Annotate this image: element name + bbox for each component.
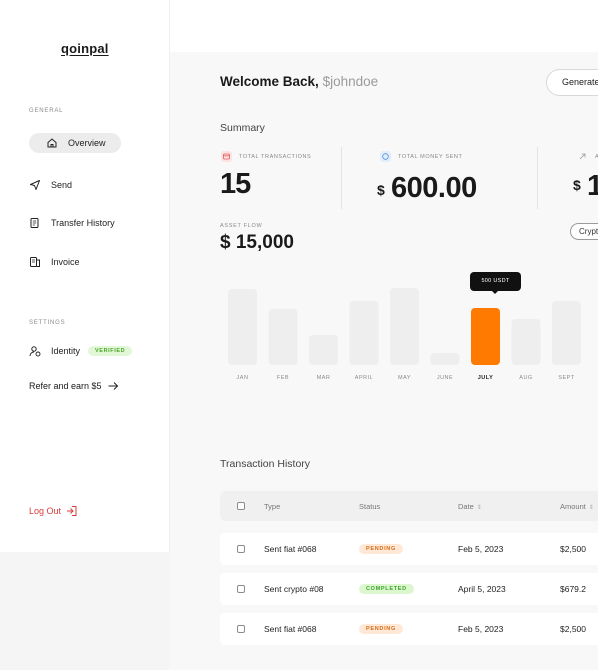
sidebar-item-invoice[interactable]: Invoice: [29, 252, 80, 272]
refer-link[interactable]: Refer and earn $5: [29, 380, 119, 392]
main-content: Welcome Back, $johndoe Generate Summary …: [170, 52, 598, 670]
row-amount: $2,500: [560, 624, 586, 634]
verified-badge: VERIFIED: [88, 346, 133, 356]
chart-x-label: AUG: [519, 375, 532, 381]
chart-bar-sept[interactable]: [552, 301, 581, 365]
chart-bar-feb[interactable]: [268, 309, 298, 365]
arrow-right-icon: [108, 382, 118, 390]
column-header-date-label: Date: [458, 502, 474, 511]
status-badge: PENDING: [359, 544, 403, 554]
chart-x-label: FEB: [277, 375, 289, 381]
status-badge: COMPLETED: [359, 584, 414, 594]
receipt-icon: [30, 218, 39, 228]
chart-x-label: SEPT: [558, 375, 575, 381]
asset-flow-chart: JAN FEB MAR APRIL MAY JUNE JULY AUG SEPT: [228, 288, 581, 381]
column-header-status[interactable]: Status: [359, 502, 380, 511]
sort-icon[interactable]: ⇕: [589, 505, 594, 511]
logout-button[interactable]: Log Out: [29, 505, 78, 517]
row-type: Sent fiat #068: [264, 544, 317, 554]
refer-label: Refer and earn $5: [29, 381, 102, 391]
row-amount: $679.2: [560, 584, 586, 594]
chart-bar-mar[interactable]: [309, 335, 338, 365]
logo[interactable]: qoinpal: [61, 41, 109, 56]
chart-x-label: MAY: [398, 375, 411, 381]
sidebar-item-label: Overview: [68, 138, 106, 148]
chart-x-label: JUNE: [437, 375, 453, 381]
sidebar-item-transfer-history[interactable]: Transfer History: [29, 213, 115, 233]
row-date: Feb 5, 2023: [458, 544, 504, 554]
column-header-amount-label: Amount: [560, 502, 586, 511]
sidebar-item-label: Identity: [51, 346, 81, 356]
home-icon: [47, 138, 57, 148]
sidebar-item-label: Send: [51, 180, 73, 190]
row-checkbox[interactable]: [237, 585, 245, 593]
row-date: April 5, 2023: [458, 584, 506, 594]
status-badge: PENDING: [359, 624, 403, 634]
section-label-settings: SETTINGS: [29, 320, 66, 326]
sidebar-item-send[interactable]: Send: [29, 175, 72, 195]
table-header: Type Status Date ⇕ Amount ⇕: [220, 491, 598, 521]
sidebar: qoinpal GENERAL Overview Send Transfer H…: [0, 0, 170, 552]
row-type: Sent fiat #068: [264, 624, 317, 634]
invoice-icon: [30, 257, 40, 267]
chart-tooltip: 500 USDT: [470, 272, 521, 294]
send-icon: [30, 180, 40, 190]
transaction-history-title: Transaction History: [220, 458, 311, 470]
sidebar-item-identity[interactable]: Identity VERIFIED: [29, 341, 133, 361]
section-label-general: GENERAL: [29, 108, 64, 114]
row-checkbox[interactable]: [237, 545, 245, 553]
table-row[interactable]: Sent crypto #08 COMPLETED April 5, 2023 …: [220, 573, 598, 605]
row-date: Feb 5, 2023: [458, 624, 504, 634]
logout-icon: [67, 506, 77, 516]
chart-bar-april[interactable]: [349, 301, 379, 365]
row-amount: $2,500: [560, 544, 586, 554]
chart-bar-may[interactable]: [390, 288, 419, 365]
sort-icon[interactable]: ⇕: [477, 505, 482, 511]
column-header-date[interactable]: Date ⇕: [458, 502, 482, 511]
chart-x-label: APRIL: [355, 375, 373, 381]
table-row[interactable]: Sent fiat #068 PENDING Feb 5, 2023 $2,50…: [220, 533, 598, 565]
column-header-amount[interactable]: Amount ⇕: [560, 502, 594, 511]
sidebar-item-overview[interactable]: Overview: [29, 133, 121, 153]
chart-bar-july[interactable]: [471, 308, 500, 365]
row-type: Sent crypto #08: [264, 584, 324, 594]
chart-x-label: MAR: [317, 375, 331, 381]
table-row[interactable]: Sent fiat #068 PENDING Feb 5, 2023 $2,50…: [220, 613, 598, 645]
sidebar-item-label: Invoice: [51, 257, 80, 267]
sidebar-item-label: Transfer History: [51, 218, 115, 228]
chart-x-label: JULY: [478, 375, 494, 381]
row-checkbox[interactable]: [237, 625, 245, 633]
chart-bar-june[interactable]: [430, 353, 460, 365]
logout-label: Log Out: [29, 506, 62, 516]
user-check-icon: [29, 346, 41, 357]
column-header-type[interactable]: Type: [264, 502, 280, 511]
chart-bar-jan[interactable]: [228, 289, 257, 365]
chart-x-label: JAN: [237, 375, 249, 381]
select-all-checkbox[interactable]: [237, 502, 245, 510]
chart-bar-aug[interactable]: [511, 319, 541, 365]
